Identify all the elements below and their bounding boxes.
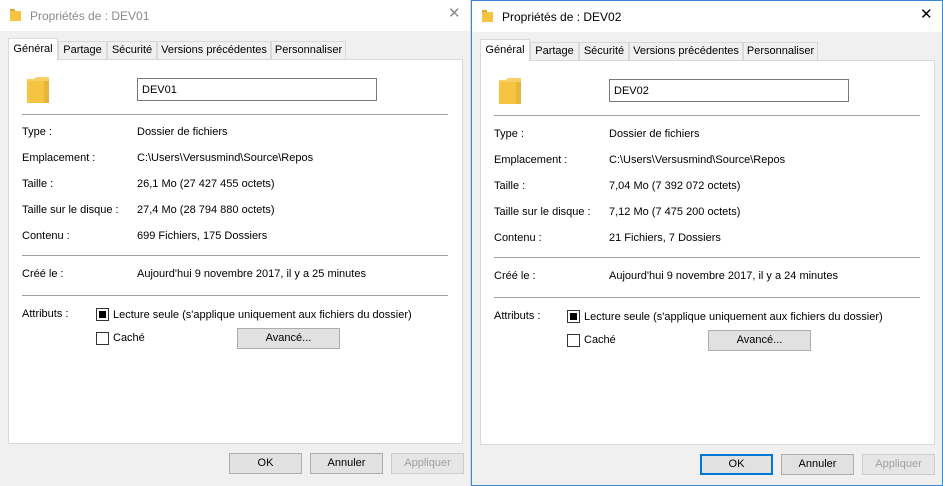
location-label: Emplacement : — [494, 154, 568, 166]
properties-dialog-dev01: Propriétés de : DEV01 ✕ Général Partage … — [0, 0, 471, 486]
contents-label: Contenu : — [22, 230, 70, 242]
hidden-label: Caché — [584, 334, 616, 346]
attributes-label: Attributs : — [494, 310, 541, 322]
general-panel: Type : Dossier de fichiers Emplacement :… — [480, 60, 935, 445]
size-on-disk-value: 27,4 Mo (28 794 880 octets) — [137, 204, 275, 216]
created-value: Aujourd'hui 9 novembre 2017, il y a 24 m… — [609, 270, 838, 282]
separator — [494, 297, 920, 298]
type-value: Dossier de fichiers — [137, 126, 228, 138]
attributes-label: Attributs : — [22, 308, 69, 320]
location-value: C:\Users\Versusmind\Source\Repos — [609, 154, 786, 166]
close-icon[interactable]: ✕ — [920, 7, 933, 22]
readonly-checkbox[interactable] — [567, 310, 580, 323]
folder-name-input[interactable] — [609, 79, 849, 102]
tab-general[interactable]: Général — [8, 38, 58, 60]
advanced-button[interactable]: Avancé... — [708, 330, 811, 351]
cancel-button[interactable]: Annuler — [310, 453, 383, 474]
size-label: Taille : — [22, 178, 54, 190]
folder-icon — [27, 77, 49, 103]
separator — [22, 255, 448, 256]
size-label: Taille : — [494, 180, 526, 192]
hidden-label: Caché — [113, 332, 145, 344]
window-title: Propriétés de : DEV01 — [30, 9, 150, 23]
location-label: Emplacement : — [22, 152, 96, 164]
size-value: 7,04 Mo (7 392 072 octets) — [609, 180, 741, 192]
tab-customize[interactable]: Personnaliser — [271, 41, 346, 59]
tab-security[interactable]: Sécurité — [579, 42, 629, 60]
location-value: C:\Users\Versusmind\Source\Repos — [137, 152, 314, 164]
created-label: Créé le : — [22, 268, 64, 280]
tab-previous-versions[interactable]: Versions précédentes — [629, 42, 743, 60]
tab-previous-versions[interactable]: Versions précédentes — [157, 41, 271, 59]
contents-value: 699 Fichiers, 175 Dossiers — [137, 230, 268, 242]
size-value: 26,1 Mo (27 427 455 octets) — [137, 178, 275, 190]
contents-value: 21 Fichiers, 7 Dossiers — [609, 232, 721, 244]
hidden-checkbox[interactable] — [567, 334, 580, 347]
title-bar[interactable]: Propriétés de : DEV01 ✕ — [0, 0, 470, 31]
tab-security[interactable]: Sécurité — [107, 41, 157, 59]
properties-dialog-dev02: Propriétés de : DEV02 ✕ Général Partage … — [471, 0, 943, 486]
ok-button[interactable]: OK — [229, 453, 302, 474]
separator — [22, 114, 448, 115]
readonly-checkbox[interactable] — [96, 308, 109, 321]
readonly-label: Lecture seule (s'applique uniquement aux… — [113, 309, 412, 321]
created-label: Créé le : — [494, 270, 536, 282]
folder-name-input[interactable] — [137, 78, 377, 101]
size-on-disk-label: Taille sur le disque : — [22, 204, 119, 216]
folder-icon — [10, 9, 21, 21]
separator — [494, 115, 920, 116]
size-on-disk-value: 7,12 Mo (7 475 200 octets) — [609, 206, 741, 218]
size-on-disk-label: Taille sur le disque : — [494, 206, 591, 218]
contents-label: Contenu : — [494, 232, 542, 244]
type-label: Type : — [494, 128, 524, 140]
general-panel: Type : Dossier de fichiers Emplacement :… — [8, 59, 463, 444]
type-value: Dossier de fichiers — [609, 128, 700, 140]
window-title: Propriétés de : DEV02 — [502, 10, 622, 24]
cancel-button[interactable]: Annuler — [781, 454, 854, 475]
created-value: Aujourd'hui 9 novembre 2017, il y a 25 m… — [137, 268, 366, 280]
readonly-label: Lecture seule (s'applique uniquement aux… — [584, 311, 883, 323]
type-label: Type : — [22, 126, 52, 138]
folder-icon — [482, 10, 493, 22]
apply-button[interactable]: Appliquer — [391, 453, 464, 474]
separator — [22, 295, 448, 296]
tab-sharing[interactable]: Partage — [530, 42, 579, 60]
folder-icon — [499, 78, 521, 104]
hidden-checkbox[interactable] — [96, 332, 109, 345]
ok-button[interactable]: OK — [700, 454, 773, 475]
separator — [494, 257, 920, 258]
title-bar[interactable]: Propriétés de : DEV02 ✕ — [472, 1, 942, 32]
tab-customize[interactable]: Personnaliser — [743, 42, 818, 60]
apply-button[interactable]: Appliquer — [862, 454, 935, 475]
tab-sharing[interactable]: Partage — [58, 41, 107, 59]
close-icon[interactable]: ✕ — [448, 6, 461, 21]
tab-general[interactable]: Général — [480, 39, 530, 61]
advanced-button[interactable]: Avancé... — [237, 328, 340, 349]
